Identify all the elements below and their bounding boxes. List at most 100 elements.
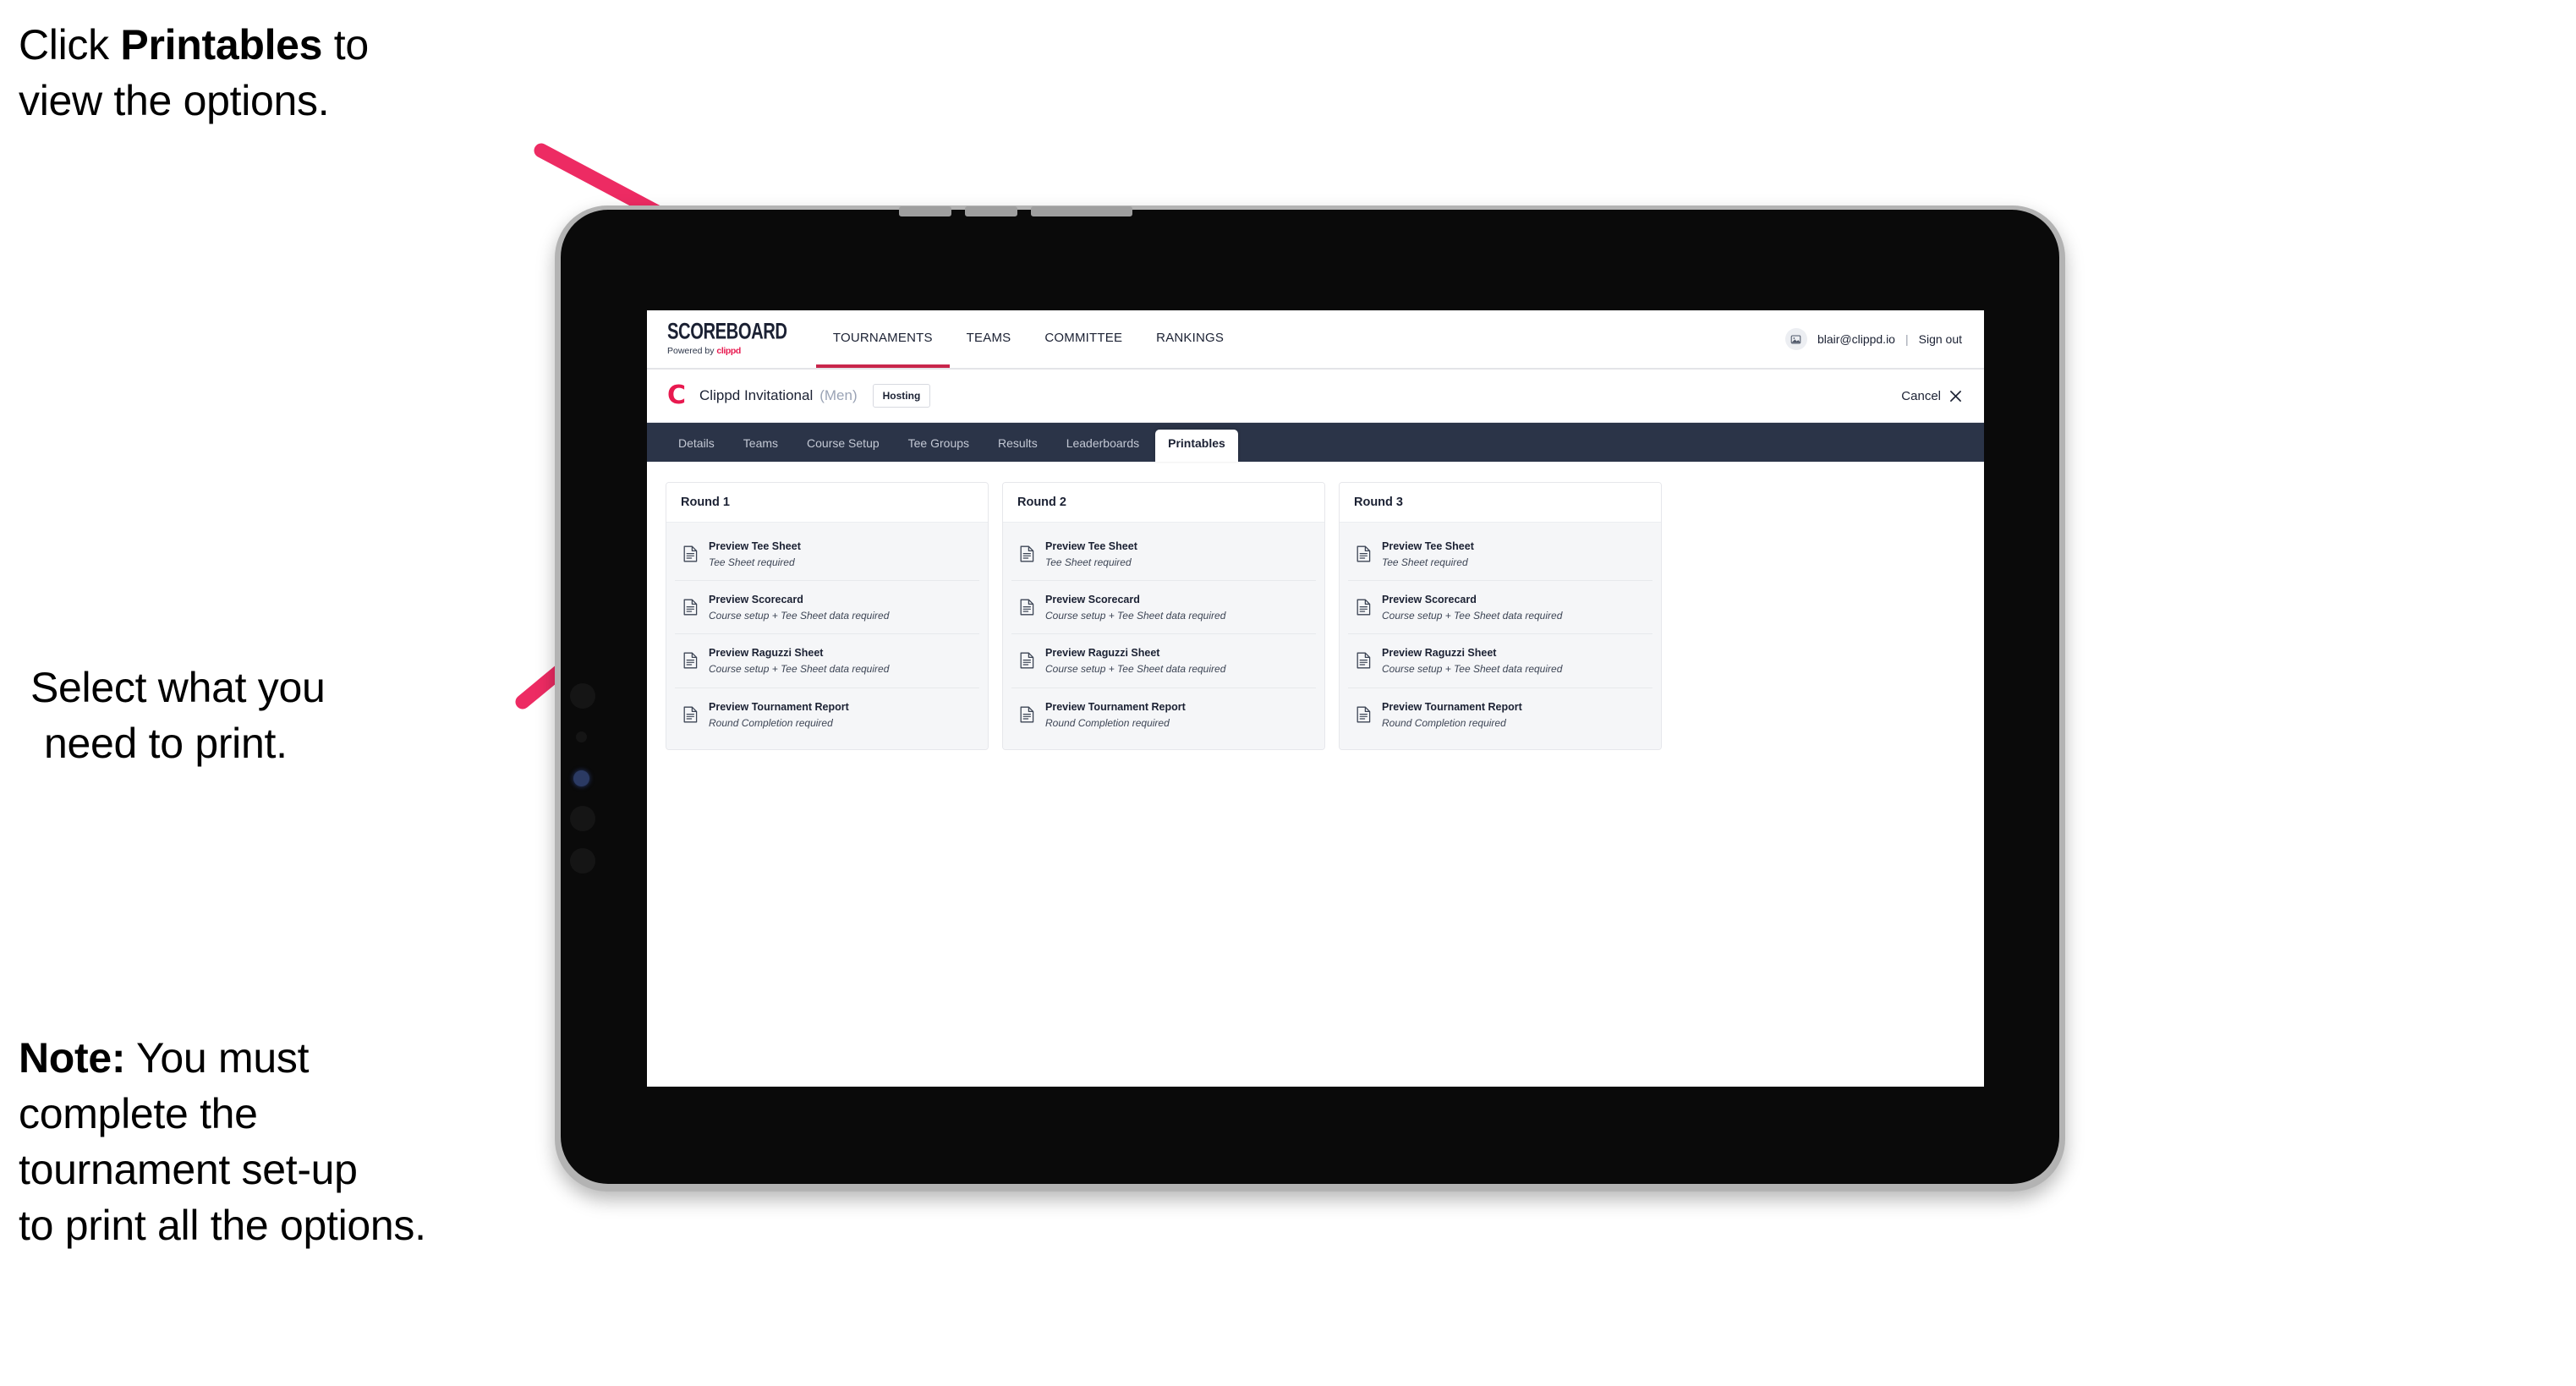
nav-item-rankings[interactable]: RANKINGS	[1139, 310, 1241, 368]
scoreboard-brand[interactable]: SCOREBOARD Powered by clippd	[647, 310, 816, 368]
printable-title: Preview Tournament Report	[1382, 700, 1522, 713]
tab-tee-groups[interactable]: Tee Groups	[896, 430, 982, 457]
document-icon	[1020, 706, 1034, 723]
document-icon	[1357, 545, 1371, 562]
document-icon	[1357, 652, 1371, 669]
round-items: Preview Tee Sheet Tee Sheet required Pre…	[1340, 522, 1661, 749]
primary-nav: TOURNAMENTS TEAMS COMMITTEE RANKINGS	[815, 310, 1241, 368]
printable-text: Preview Scorecard Course setup + Tee She…	[1045, 592, 1225, 622]
round-column: Round 2 Preview Tee Sheet Tee Sheet requ…	[1002, 482, 1325, 750]
tournament-gender: (Men)	[819, 387, 858, 403]
powered-by-prefix: Powered by	[667, 346, 717, 357]
round-items: Preview Tee Sheet Tee Sheet required Pre…	[1003, 522, 1324, 749]
status-badge[interactable]: Hosting	[872, 384, 931, 408]
tab-results[interactable]: Results	[985, 430, 1050, 457]
close-icon	[1950, 390, 1961, 402]
app-topbar: SCOREBOARD Powered by clippd TOURNAMENTS…	[647, 310, 1984, 370]
printable-item[interactable]: Preview Tee Sheet Tee Sheet required	[675, 528, 979, 582]
callout-click-printables: Click Printables to view the options.	[19, 17, 560, 129]
nav-item-tournaments[interactable]: TOURNAMENTS	[815, 310, 950, 368]
clippd-wordmark: clippd	[716, 346, 741, 357]
document-icon	[683, 706, 698, 723]
tab-teams[interactable]: Teams	[731, 430, 791, 457]
printable-title: Preview Raguzzi Sheet	[1382, 647, 1497, 660]
printable-item[interactable]: Preview Scorecard Course setup + Tee She…	[675, 581, 979, 635]
sign-out-link[interactable]: Sign out	[1919, 332, 1962, 346]
tab-leaderboards[interactable]: Leaderboards	[1054, 430, 1152, 457]
callout-note-bold: Note:	[19, 1034, 126, 1082]
printable-item[interactable]: Preview Raguzzi Sheet Course setup + Tee…	[1348, 634, 1652, 688]
printable-requirement: Round Completion required	[1045, 716, 1170, 729]
tab-details[interactable]: Details	[666, 430, 727, 457]
printable-requirement: Round Completion required	[1382, 716, 1506, 729]
tablet-volume-up-button[interactable]	[570, 806, 595, 831]
document-icon	[1020, 652, 1034, 669]
printable-text: Preview Tournament Report Round Completi…	[1045, 699, 1186, 730]
nav-item-committee[interactable]: COMMITTEE	[1028, 310, 1139, 368]
tablet-volume-down-button[interactable]	[570, 848, 595, 874]
tablet-top-nub-three	[1031, 206, 1132, 216]
round-title: Round 2	[1003, 483, 1324, 522]
document-icon	[683, 652, 698, 669]
user-image-icon	[1791, 335, 1801, 343]
printable-text: Preview Raguzzi Sheet Course setup + Tee…	[709, 645, 889, 676]
powered-by-line: Powered by clippd	[667, 347, 797, 356]
printable-item[interactable]: Preview Raguzzi Sheet Course setup + Tee…	[1011, 634, 1316, 688]
printable-requirement: Tee Sheet required	[709, 556, 795, 568]
printable-requirement: Course setup + Tee Sheet data required	[709, 663, 890, 676]
avatar[interactable]	[1784, 328, 1807, 350]
printable-item[interactable]: Preview Raguzzi Sheet Course setup + Tee…	[675, 634, 979, 688]
printable-title: Preview Tee Sheet	[1382, 540, 1474, 552]
printable-item[interactable]: Preview Tee Sheet Tee Sheet required	[1348, 528, 1652, 582]
round-items: Preview Tee Sheet Tee Sheet required Pre…	[666, 522, 988, 749]
round-column: Round 3 Preview Tee Sheet Tee Sheet requ…	[1339, 482, 1662, 750]
printable-title: Preview Scorecard	[709, 594, 803, 606]
section-tabs: Details Teams Course Setup Tee Groups Re…	[647, 423, 1984, 462]
printable-requirement: Tee Sheet required	[1045, 556, 1132, 568]
printable-requirement: Course setup + Tee Sheet data required	[1382, 610, 1563, 622]
account-email: blair@clippd.io	[1817, 332, 1895, 346]
tablet-side-button-top[interactable]	[570, 683, 595, 709]
printables-rounds-grid: Round 1 Preview Tee Sheet Tee Sheet requ…	[647, 462, 1984, 750]
tablet-top-nub-one	[899, 206, 951, 216]
document-icon	[1357, 706, 1371, 723]
printable-item[interactable]: Preview Tournament Report Round Completi…	[675, 688, 979, 741]
tab-printables[interactable]: Printables	[1155, 430, 1238, 462]
printable-title: Preview Tee Sheet	[1045, 540, 1137, 552]
callout-select-line2: need to print.	[44, 720, 288, 767]
tablet-top-nub-two	[965, 206, 1017, 216]
account-area: blair@clippd.io | Sign out	[1784, 310, 1984, 368]
tournament-header: C Clippd Invitational (Men) Hosting Canc…	[647, 370, 1984, 423]
cancel-button[interactable]: Cancel	[1901, 389, 1962, 403]
round-title: Round 3	[1340, 483, 1661, 522]
tablet-screen: SCOREBOARD Powered by clippd TOURNAMENTS…	[647, 310, 1984, 1087]
clippd-logo-icon: C	[667, 381, 687, 410]
printable-text: Preview Raguzzi Sheet Course setup + Tee…	[1382, 645, 1562, 676]
callout-text-prefix: Click	[19, 21, 121, 68]
printable-title: Preview Raguzzi Sheet	[709, 647, 824, 660]
printable-item[interactable]: Preview Tournament Report Round Completi…	[1011, 688, 1316, 741]
document-icon	[683, 599, 698, 616]
cancel-label: Cancel	[1901, 388, 1941, 403]
printable-item[interactable]: Preview Tee Sheet Tee Sheet required	[1011, 528, 1316, 582]
tab-course-setup[interactable]: Course Setup	[794, 430, 892, 457]
printable-text: Preview Tournament Report Round Completi…	[1382, 699, 1522, 730]
printable-text: Preview Tee Sheet Tee Sheet required	[1382, 539, 1474, 569]
round-column: Round 1 Preview Tee Sheet Tee Sheet requ…	[666, 482, 989, 750]
printable-requirement: Course setup + Tee Sheet data required	[709, 610, 890, 622]
printable-requirement: Course setup + Tee Sheet data required	[1045, 610, 1226, 622]
printable-item[interactable]: Preview Scorecard Course setup + Tee She…	[1348, 581, 1652, 635]
callout-text-bold: Printables	[120, 21, 323, 68]
printable-item[interactable]: Preview Tournament Report Round Completi…	[1348, 688, 1652, 741]
printable-text: Preview Scorecard Course setup + Tee She…	[709, 592, 889, 622]
printable-item[interactable]: Preview Scorecard Course setup + Tee She…	[1011, 581, 1316, 635]
printable-text: Preview Scorecard Course setup + Tee She…	[1382, 592, 1562, 622]
printable-requirement: Course setup + Tee Sheet data required	[1382, 663, 1563, 676]
account-separator: |	[1905, 332, 1909, 346]
printable-requirement: Round Completion required	[709, 716, 833, 729]
callout-select-line1: Select what you	[30, 664, 326, 711]
printable-text: Preview Tournament Report Round Completi…	[709, 699, 849, 730]
round-title: Round 1	[666, 483, 988, 522]
printable-text: Preview Tee Sheet Tee Sheet required	[709, 539, 801, 569]
nav-item-teams[interactable]: TEAMS	[950, 310, 1028, 368]
